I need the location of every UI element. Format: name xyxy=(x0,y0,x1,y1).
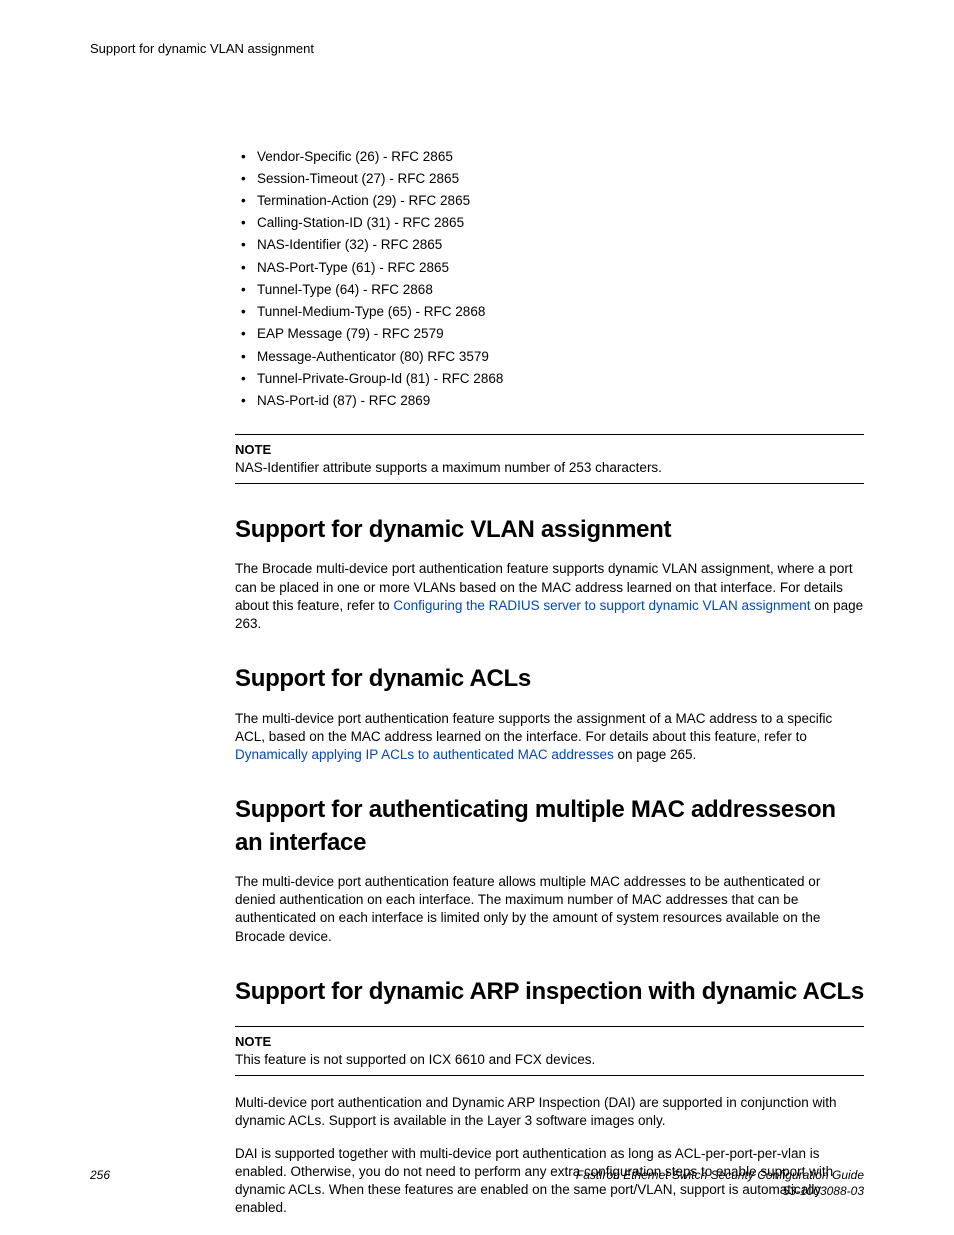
page-footer: 256 FastIron Ethernet Switch Security Co… xyxy=(90,1167,864,1199)
doc-info: FastIron Ethernet Switch Security Config… xyxy=(576,1167,864,1199)
list-item: Session-Timeout (27) - RFC 2865 xyxy=(235,170,864,188)
text: on page 265. xyxy=(614,747,697,762)
paragraph: The Brocade multi-device port authentica… xyxy=(235,560,864,633)
note-label: NOTE xyxy=(235,1033,864,1051)
paragraph: Multi-device port authentication and Dyn… xyxy=(235,1094,864,1130)
paragraph: The multi-device port authentication fea… xyxy=(235,873,864,946)
list-item: EAP Message (79) - RFC 2579 xyxy=(235,325,864,343)
page: Support for dynamic VLAN assignment Vend… xyxy=(0,0,954,1235)
list-item: Vendor-Specific (26) - RFC 2865 xyxy=(235,148,864,166)
divider xyxy=(235,1026,864,1027)
doc-number: 53-1003088-03 xyxy=(783,1184,864,1198)
content-area: Vendor-Specific (26) - RFC 2865 Session-… xyxy=(235,148,864,1218)
divider xyxy=(235,434,864,435)
section-heading-acls: Support for dynamic ACLs xyxy=(235,663,864,695)
xref-link[interactable]: Dynamically applying IP ACLs to authenti… xyxy=(235,747,614,762)
list-item: Tunnel-Private-Group-Id (81) - RFC 2868 xyxy=(235,370,864,388)
list-item: NAS-Port-id (87) - RFC 2869 xyxy=(235,392,864,410)
divider xyxy=(235,483,864,484)
section-heading-multimac: Support for authenticating multiple MAC … xyxy=(235,794,864,859)
list-item: Tunnel-Medium-Type (65) - RFC 2868 xyxy=(235,303,864,321)
doc-title: FastIron Ethernet Switch Security Config… xyxy=(576,1168,864,1182)
xref-link[interactable]: Configuring the RADIUS server to support… xyxy=(393,598,810,613)
running-header: Support for dynamic VLAN assignment xyxy=(90,40,864,58)
note-text: NAS-Identifier attribute supports a maxi… xyxy=(235,459,864,477)
list-item: Tunnel-Type (64) - RFC 2868 xyxy=(235,281,864,299)
list-item: Message-Authenticator (80) RFC 3579 xyxy=(235,348,864,366)
attribute-list: Vendor-Specific (26) - RFC 2865 Session-… xyxy=(235,148,864,411)
section-heading-vlan: Support for dynamic VLAN assignment xyxy=(235,514,864,546)
divider xyxy=(235,1075,864,1076)
text: The multi-device port authentication fea… xyxy=(235,711,832,744)
note-label: NOTE xyxy=(235,441,864,459)
section-heading-arp: Support for dynamic ARP inspection with … xyxy=(235,976,864,1008)
list-item: NAS-Identifier (32) - RFC 2865 xyxy=(235,236,864,254)
list-item: Termination-Action (29) - RFC 2865 xyxy=(235,192,864,210)
paragraph: The multi-device port authentication fea… xyxy=(235,710,864,765)
note-text: This feature is not supported on ICX 661… xyxy=(235,1051,864,1069)
page-number: 256 xyxy=(90,1167,110,1183)
list-item: Calling-Station-ID (31) - RFC 2865 xyxy=(235,214,864,232)
list-item: NAS-Port-Type (61) - RFC 2865 xyxy=(235,259,864,277)
